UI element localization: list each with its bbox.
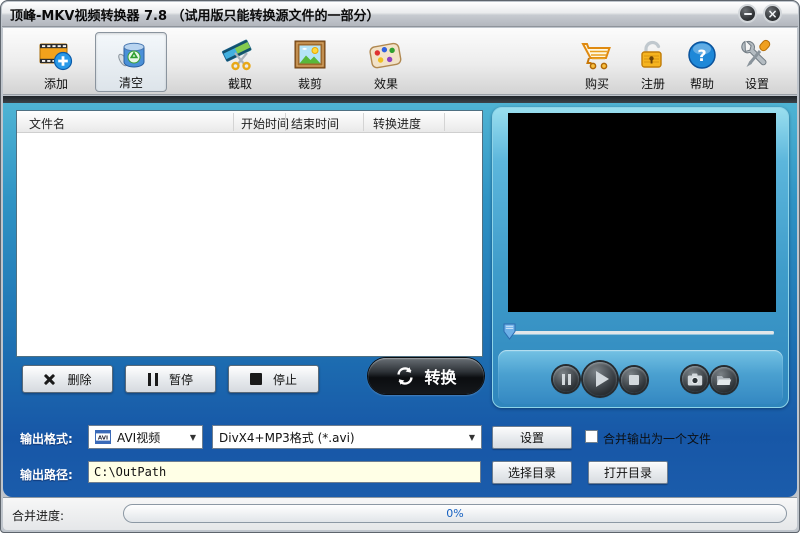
picture-crop-icon [293,37,327,73]
status-bar: 合并进度: 0% [3,497,797,530]
seek-slider[interactable] [510,331,774,334]
delete-label: 删除 [67,372,92,387]
delete-button[interactable]: 删除 [22,365,113,393]
snapshot-button[interactable] [682,366,708,392]
toolbar-button-buy[interactable]: 购买 [567,32,627,92]
play-icon [595,371,609,387]
convert-button[interactable]: 转换 [368,358,484,394]
tools-icon [740,37,774,73]
open-folder-button[interactable] [711,367,737,393]
toolbar: 添加 清空 截取 裁剪 效果 购买 注册 ? 帮助 设置 [3,28,797,95]
help-icon: ? [686,37,718,73]
pause-icon [561,373,571,385]
column-end-time[interactable]: 结束时间 [291,115,339,132]
minimize-button[interactable] [738,4,757,23]
toolbar-button-crop[interactable]: 裁剪 [280,32,340,92]
toolbar-label-buy: 购买 [584,77,609,91]
film-add-icon [39,37,73,73]
convert-label: 转换 [424,368,457,387]
stop-button[interactable]: 停止 [228,365,319,393]
stop-icon [629,375,639,385]
toolbar-button-add[interactable]: 添加 [26,32,86,92]
toolbar-button-clip[interactable]: 截取 [210,32,270,92]
seek-slider-handle[interactable] [503,323,516,340]
app-window: 顶峰-MKV视频转换器 7.8 （试用版只能转换源文件的一部分） × 添加 清空… [0,0,800,533]
padlock-icon [636,37,670,73]
format-select[interactable]: AVI AVI视频 ▼ [88,425,203,449]
pause-label: 暂停 [168,372,193,387]
merge-progress-bar: 0% [123,504,787,523]
toolbar-label-crop: 裁剪 [297,77,322,91]
minimize-icon [743,12,752,15]
toolbar-label-help: 帮助 [689,77,714,91]
refresh-arrows-icon [397,367,414,385]
merge-checkbox-label[interactable]: 合并输出为一个文件 [603,430,711,447]
avi-file-icon: AVI [95,430,111,444]
chevron-down-icon: ▼ [468,432,475,442]
stop-label: 停止 [272,372,297,387]
delete-x-icon [43,373,56,386]
profile-select[interactable]: DivX4+MP3格式 (*.avi) ▼ [212,425,482,449]
format-select-value: AVI视频 [117,430,161,445]
player-stop-button[interactable] [621,367,647,393]
output-path-label: 输出路径: [20,468,73,482]
toolbar-button-settings[interactable]: 设置 [727,32,787,92]
toolbar-label-effect: 效果 [373,77,398,91]
merge-checkbox[interactable] [585,430,598,443]
player-play-button[interactable] [583,362,617,396]
merge-progress-label: 合并进度: [12,509,65,523]
file-list[interactable]: 文件名 开始时间 结束时间 转换进度 [16,110,483,357]
pause-button[interactable]: 暂停 [125,365,216,393]
stop-icon [249,373,262,385]
column-divider [233,113,234,131]
close-icon: × [767,6,778,21]
toolbar-button-clear[interactable]: 清空 [95,32,167,92]
column-filename[interactable]: 文件名 [29,115,65,132]
toolbar-label-settings: 设置 [744,77,769,91]
toolbar-label-clear: 清空 [118,76,143,90]
video-screen [508,113,776,312]
clear-bin-icon [114,38,148,72]
column-start-time[interactable]: 开始时间 [241,115,289,132]
player-pause-button[interactable] [553,366,579,392]
toolbar-label-register: 注册 [640,77,665,91]
film-scissors-icon [222,37,258,73]
palette-icon [368,37,404,73]
toolbar-button-help[interactable]: ? 帮助 [672,32,732,92]
chevron-down-icon: ▼ [189,432,196,442]
folder-icon [717,376,732,385]
output-path-input[interactable] [88,461,481,483]
column-divider [363,113,364,131]
window-title: 顶峰-MKV视频转换器 7.8 （试用版只能转换源文件的一部分） [10,8,380,24]
profile-select-value: DivX4+MP3格式 (*.avi) [219,430,355,445]
output-format-label: 输出格式: [20,432,73,446]
format-settings-button[interactable]: 设置 [492,426,572,449]
cart-icon [580,37,614,73]
svg-text:AVI: AVI [98,435,108,441]
pause-icon [147,372,158,386]
column-divider [444,113,445,131]
toolbar-button-effect[interactable]: 效果 [356,32,416,92]
close-button[interactable]: × [763,4,782,23]
column-divider [285,113,286,131]
toolbar-label-add: 添加 [43,77,68,91]
column-progress[interactable]: 转换进度 [373,115,421,132]
progress-percent: 0% [446,507,464,520]
toolbar-label-clip: 截取 [227,77,252,91]
title-bar[interactable]: 顶峰-MKV视频转换器 7.8 （试用版只能转换源文件的一部分） [2,2,798,27]
file-list-header: 文件名 开始时间 结束时间 转换进度 [17,111,482,133]
camera-icon [687,373,703,385]
toolbar-separator [3,96,797,103]
choose-dir-button[interactable]: 选择目录 [492,461,572,484]
svg-text:?: ? [697,46,706,65]
open-dir-button[interactable]: 打开目录 [588,461,668,484]
